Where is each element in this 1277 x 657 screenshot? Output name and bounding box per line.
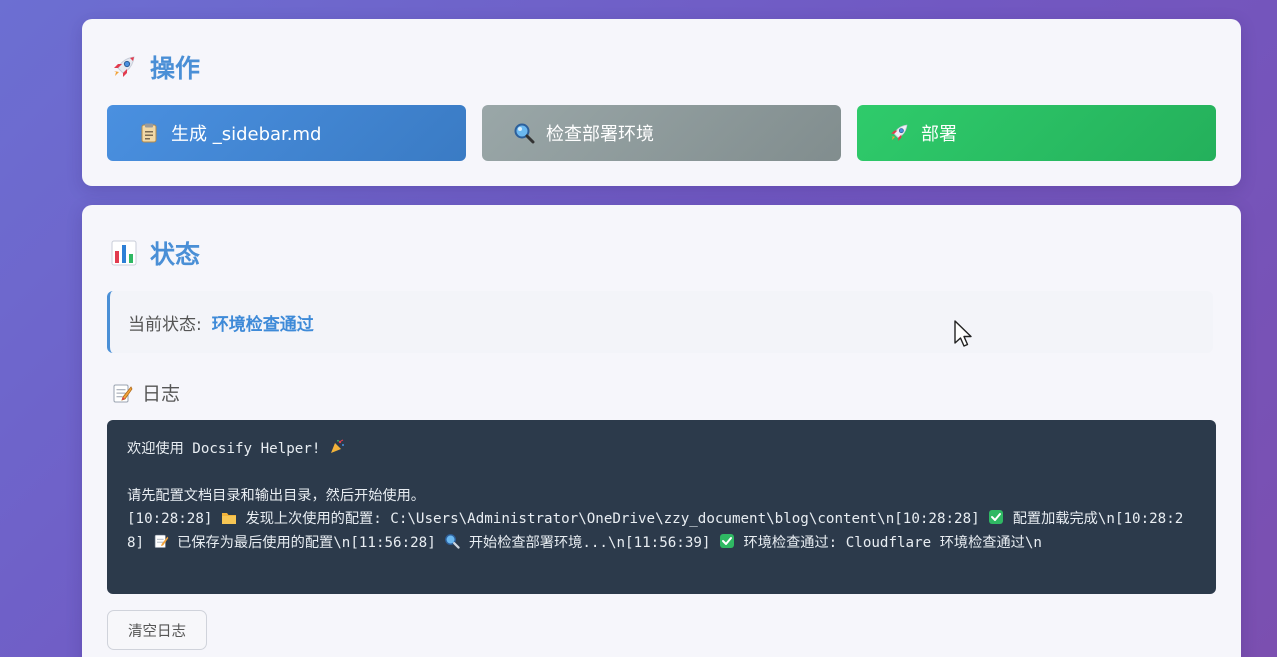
actions-section-title: 操作 [110, 49, 200, 85]
log-seg-5: 开始检查部署环境...\n[11:56:39] [460, 535, 719, 551]
log-welcome-line: 欢迎使用 Docsify Helper! [127, 438, 1196, 463]
log-welcome-text: 欢迎使用 Docsify Helper! [127, 441, 329, 457]
status-section-title: 状态 [110, 235, 200, 271]
party-popper-icon [329, 439, 345, 463]
log-entries: [10:28:28] 发现上次使用的配置: C:\Users\Administr… [127, 508, 1196, 557]
actions-title-text: 操作 [150, 54, 201, 83]
bar-chart-icon [110, 239, 138, 267]
clipboard-icon [137, 121, 161, 145]
memo-icon [110, 381, 134, 405]
magnifier-icon [512, 121, 536, 145]
current-status-label: 当前状态: [128, 314, 202, 335]
log-title-text: 日志 [142, 383, 181, 405]
clear-log-button[interactable]: 清空日志 [107, 610, 207, 650]
log-seg-1: [10:28:28] [127, 510, 221, 527]
log-hint-line: 请先配置文档目录和输出目录，然后开始使用。 [127, 488, 425, 504]
check-mark-icon [988, 509, 1004, 533]
rocket-icon [110, 53, 138, 81]
check-mark-icon [719, 533, 735, 557]
generate-sidebar-button[interactable]: 生成 _sidebar.md [107, 105, 466, 161]
rocket-icon [887, 121, 911, 145]
status-title-text: 状态 [150, 240, 201, 269]
log-output[interactable]: 欢迎使用 Docsify Helper! 请先配置文档目录和输出目录，然后开始使… [107, 420, 1216, 594]
log-blank-line [127, 463, 1196, 486]
current-status-value: 环境检查通过 [211, 314, 314, 335]
check-environment-button[interactable]: 检查部署环境 [482, 105, 841, 161]
magnifier-icon [444, 533, 460, 557]
mouse-pointer-icon [953, 319, 975, 349]
current-status-box: 当前状态: 环境检查通过 [107, 291, 1213, 353]
actions-card: 操作 生成 _sidebar.md 检查部署环境 部署 [82, 19, 1241, 186]
log-seg-2: 发现上次使用的配置: C:\Users\Administrator\OneDri… [236, 510, 989, 527]
deploy-label: 部署 [921, 124, 957, 145]
check-environment-label: 检查部署环境 [546, 124, 654, 145]
memo-icon [153, 533, 169, 557]
folder-icon [221, 510, 237, 533]
log-section-title: 日志 [110, 379, 180, 406]
status-card: 状态 当前状态: 环境检查通过 日志 欢迎使用 Docsify Helper! … [82, 205, 1241, 657]
deploy-button[interactable]: 部署 [857, 105, 1216, 161]
generate-sidebar-label: 生成 _sidebar.md [171, 124, 322, 145]
log-seg-4: 已保存为最后使用的配置\n[11:56:28] [168, 535, 445, 551]
log-seg-6: 环境检查通过: Cloudflare 环境检查通过\n [735, 535, 1042, 551]
